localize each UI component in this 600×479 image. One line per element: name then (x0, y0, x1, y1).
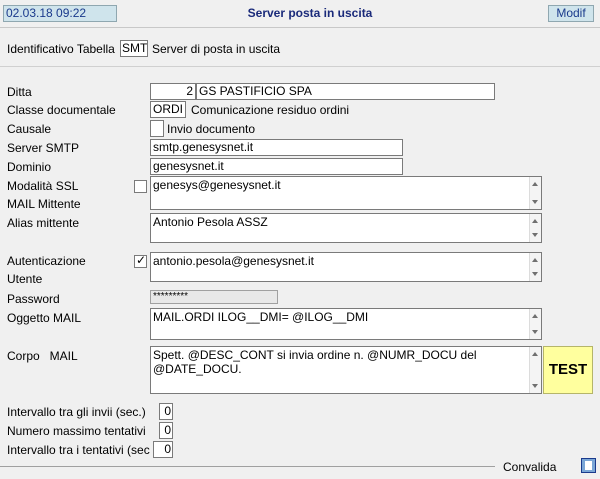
password-label: Password (7, 292, 60, 306)
intervallo-invii-field[interactable]: 0 (159, 403, 173, 420)
ssl-checkbox[interactable] (134, 180, 147, 193)
intervallo-invii-label: Intervallo tra gli invii (sec.) (7, 405, 146, 419)
table-id-field[interactable]: SMT (120, 40, 148, 57)
separator (0, 66, 600, 67)
scrollbar[interactable] (529, 177, 541, 209)
autenticazione-checkbox[interactable] (134, 253, 147, 268)
ditta-name-field[interactable]: GS PASTIFICIO SPA (196, 83, 495, 100)
classe-code-field[interactable]: ORDI (150, 101, 186, 118)
max-tentativi-field[interactable]: 0 (159, 422, 173, 439)
scroll-down-icon[interactable] (532, 384, 538, 388)
utente-value: antonio.pesola@genesysnet.it (153, 254, 314, 268)
scroll-up-icon[interactable] (532, 352, 538, 356)
utente-label: Utente (7, 272, 43, 286)
scrollbar[interactable] (529, 214, 541, 242)
alias-label: Alias mittente (7, 216, 80, 230)
title-bar: 02.03.18 09:22 Server posta in uscita Mo… (0, 0, 600, 28)
scrollbar[interactable] (529, 253, 541, 281)
causale-description: Invio documento (167, 122, 256, 136)
max-tentativi-label: Numero massimo tentativi (7, 424, 146, 438)
oggetto-field[interactable]: MAIL.ORDI ILOG__DMI= @ILOG__DMI (150, 308, 542, 340)
corpo-field[interactable]: Spett. @DESC_CONT si invia ordine n. @NU… (150, 346, 542, 394)
scroll-down-icon[interactable] (532, 330, 538, 334)
alias-value: Antonio Pesola ASSZ (153, 215, 268, 229)
test-button[interactable]: TEST (543, 346, 593, 394)
convalida-button[interactable] (581, 458, 596, 473)
scrollbar[interactable] (529, 347, 541, 393)
scroll-down-icon[interactable] (532, 200, 538, 204)
datetime-display: 02.03.18 09:22 (3, 5, 117, 22)
mail-mittente-value: genesys@genesysnet.it (153, 178, 281, 192)
ditta-label: Ditta (7, 85, 32, 99)
dominio-field[interactable]: genesysnet.it (150, 158, 403, 175)
server-smtp-label: Server SMTP (7, 141, 80, 155)
table-id-label: Identificativo Tabella (7, 42, 115, 56)
mail-mittente-label: MAIL Mittente (7, 197, 81, 211)
mail-mittente-field[interactable]: genesys@genesysnet.it (150, 176, 542, 210)
scroll-down-icon[interactable] (532, 233, 538, 237)
scrollbar[interactable] (529, 309, 541, 339)
table-id-description: Server di posta in uscita (152, 42, 281, 56)
scroll-up-icon[interactable] (532, 258, 538, 262)
password-field[interactable]: ********* (150, 290, 278, 304)
footer-separator (0, 466, 495, 467)
oggetto-label: Oggetto MAIL (7, 311, 82, 325)
classe-description: Comunicazione residuo ordini (191, 103, 350, 117)
intervallo-tentativi-field[interactable]: 0 (153, 441, 173, 458)
ssl-label: Modalità SSL (7, 179, 79, 193)
scroll-up-icon[interactable] (532, 314, 538, 318)
causale-code-field[interactable] (150, 120, 164, 137)
scroll-up-icon[interactable] (532, 219, 538, 223)
corpo-label: Corpo MAIL (7, 349, 78, 363)
server-smtp-field[interactable]: smtp.genesysnet.it (150, 139, 403, 156)
convalida-label: Convalida (503, 460, 557, 474)
autenticazione-label: Autenticazione (7, 254, 86, 268)
scroll-down-icon[interactable] (532, 272, 538, 276)
classe-label: Classe documentale (7, 103, 116, 117)
utente-field[interactable]: antonio.pesola@genesysnet.it (150, 252, 542, 282)
corpo-value: Spett. @DESC_CONT si invia ordine n. @NU… (153, 348, 477, 376)
causale-label: Causale (7, 122, 52, 136)
oggetto-value: MAIL.ORDI ILOG__DMI= @ILOG__DMI (153, 310, 369, 324)
intervallo-tentativi-label: Intervallo tra i tentativi (sec (7, 443, 150, 457)
mode-button[interactable]: Modif (548, 5, 594, 22)
alias-field[interactable]: Antonio Pesola ASSZ (150, 213, 542, 243)
ditta-code-field[interactable]: 2 (150, 83, 196, 100)
dominio-label: Dominio (7, 160, 52, 174)
window-title: Server posta in uscita (247, 6, 373, 20)
scroll-up-icon[interactable] (532, 182, 538, 186)
